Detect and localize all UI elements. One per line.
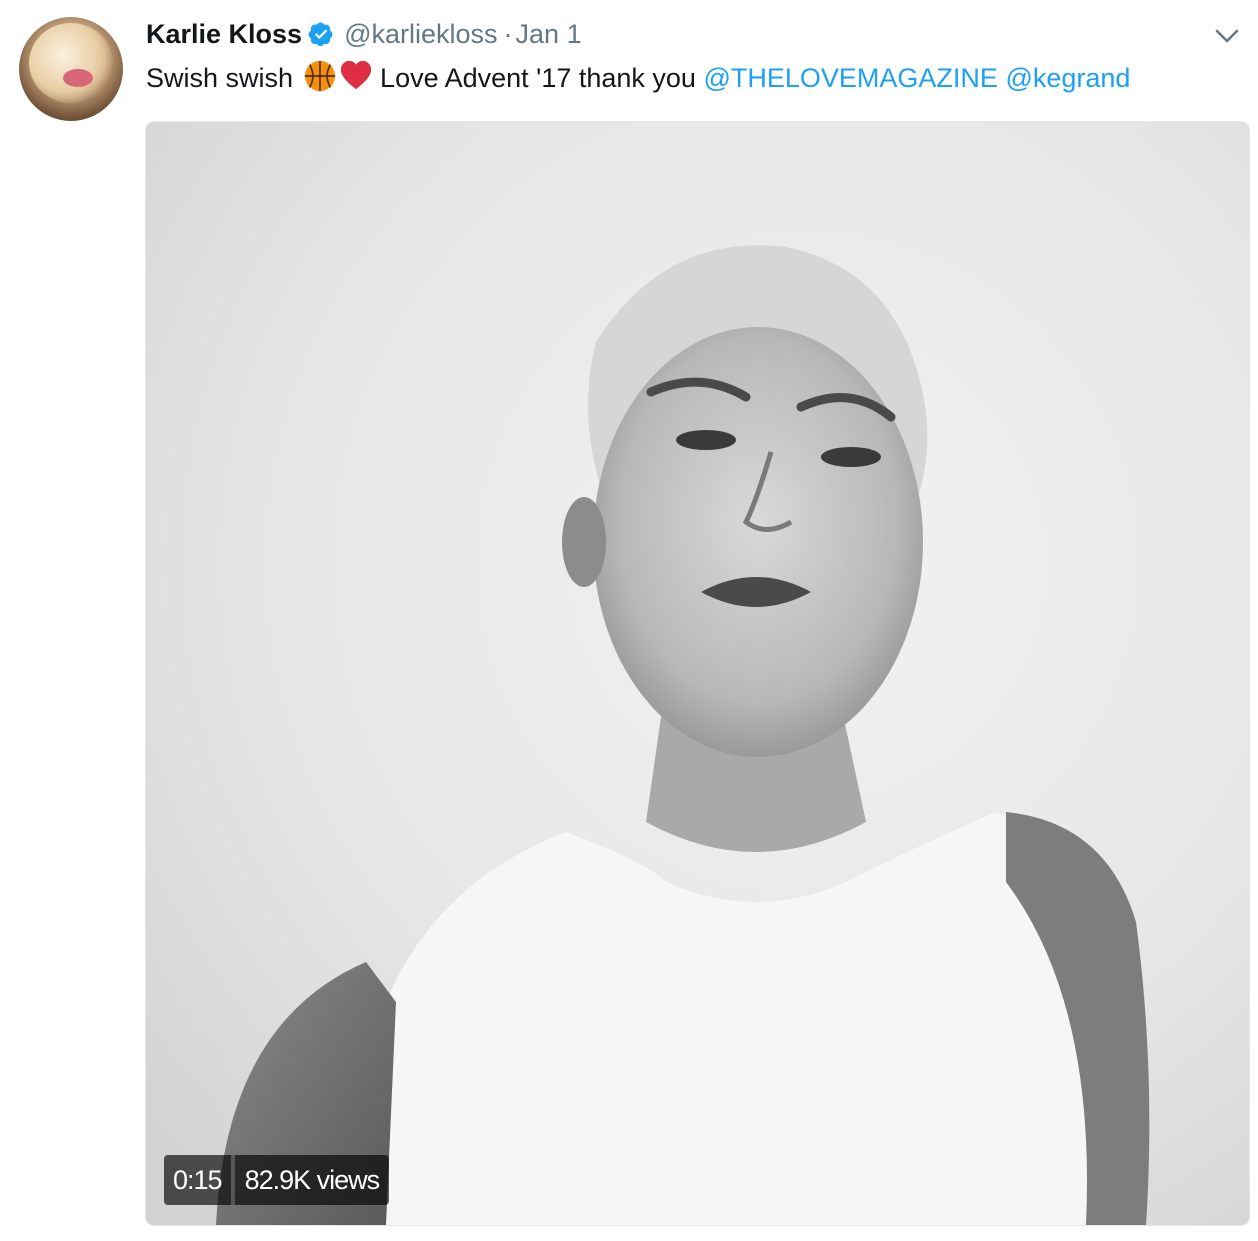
tweet-text-middle: Love Advent '17 thank you [372, 63, 704, 93]
tweet-text-prefix: Swish swish [146, 63, 301, 93]
avatar-hair [29, 23, 113, 103]
tweet-card: Karlie Kloss @karliekloss · Jan 1 Swish … [0, 0, 1258, 1241]
mention-kegrand[interactable]: @kegrand [1005, 63, 1130, 93]
header-separator: · [503, 18, 513, 49]
tweet-timestamp[interactable]: Jan 1 [516, 19, 582, 50]
verified-badge-icon [308, 22, 333, 47]
video-stats-badge: 0:15 82.9K views [164, 1155, 390, 1205]
red-heart-emoji [340, 60, 371, 90]
video-player[interactable] [146, 122, 1249, 1225]
chevron-down-icon[interactable] [1214, 26, 1240, 46]
tweet-text: Swish swish Love Advent '17 thank you @T… [146, 56, 1130, 100]
profile-avatar[interactable] [19, 17, 123, 121]
mention-thelovemagazine[interactable]: @THELOVEMAGAZINE [703, 63, 997, 93]
avatar-lips [63, 69, 93, 87]
tweet-header: Karlie Kloss @karliekloss · Jan 1 [146, 14, 582, 54]
video-duration: 0:15 [164, 1155, 231, 1205]
author-handle[interactable]: @karliekloss [344, 19, 497, 50]
video-view-count: 82.9K views [234, 1155, 390, 1205]
video-frame-image [146, 122, 1249, 1225]
basketball-emoji [304, 60, 335, 92]
author-display-name[interactable]: Karlie Kloss [146, 19, 302, 50]
